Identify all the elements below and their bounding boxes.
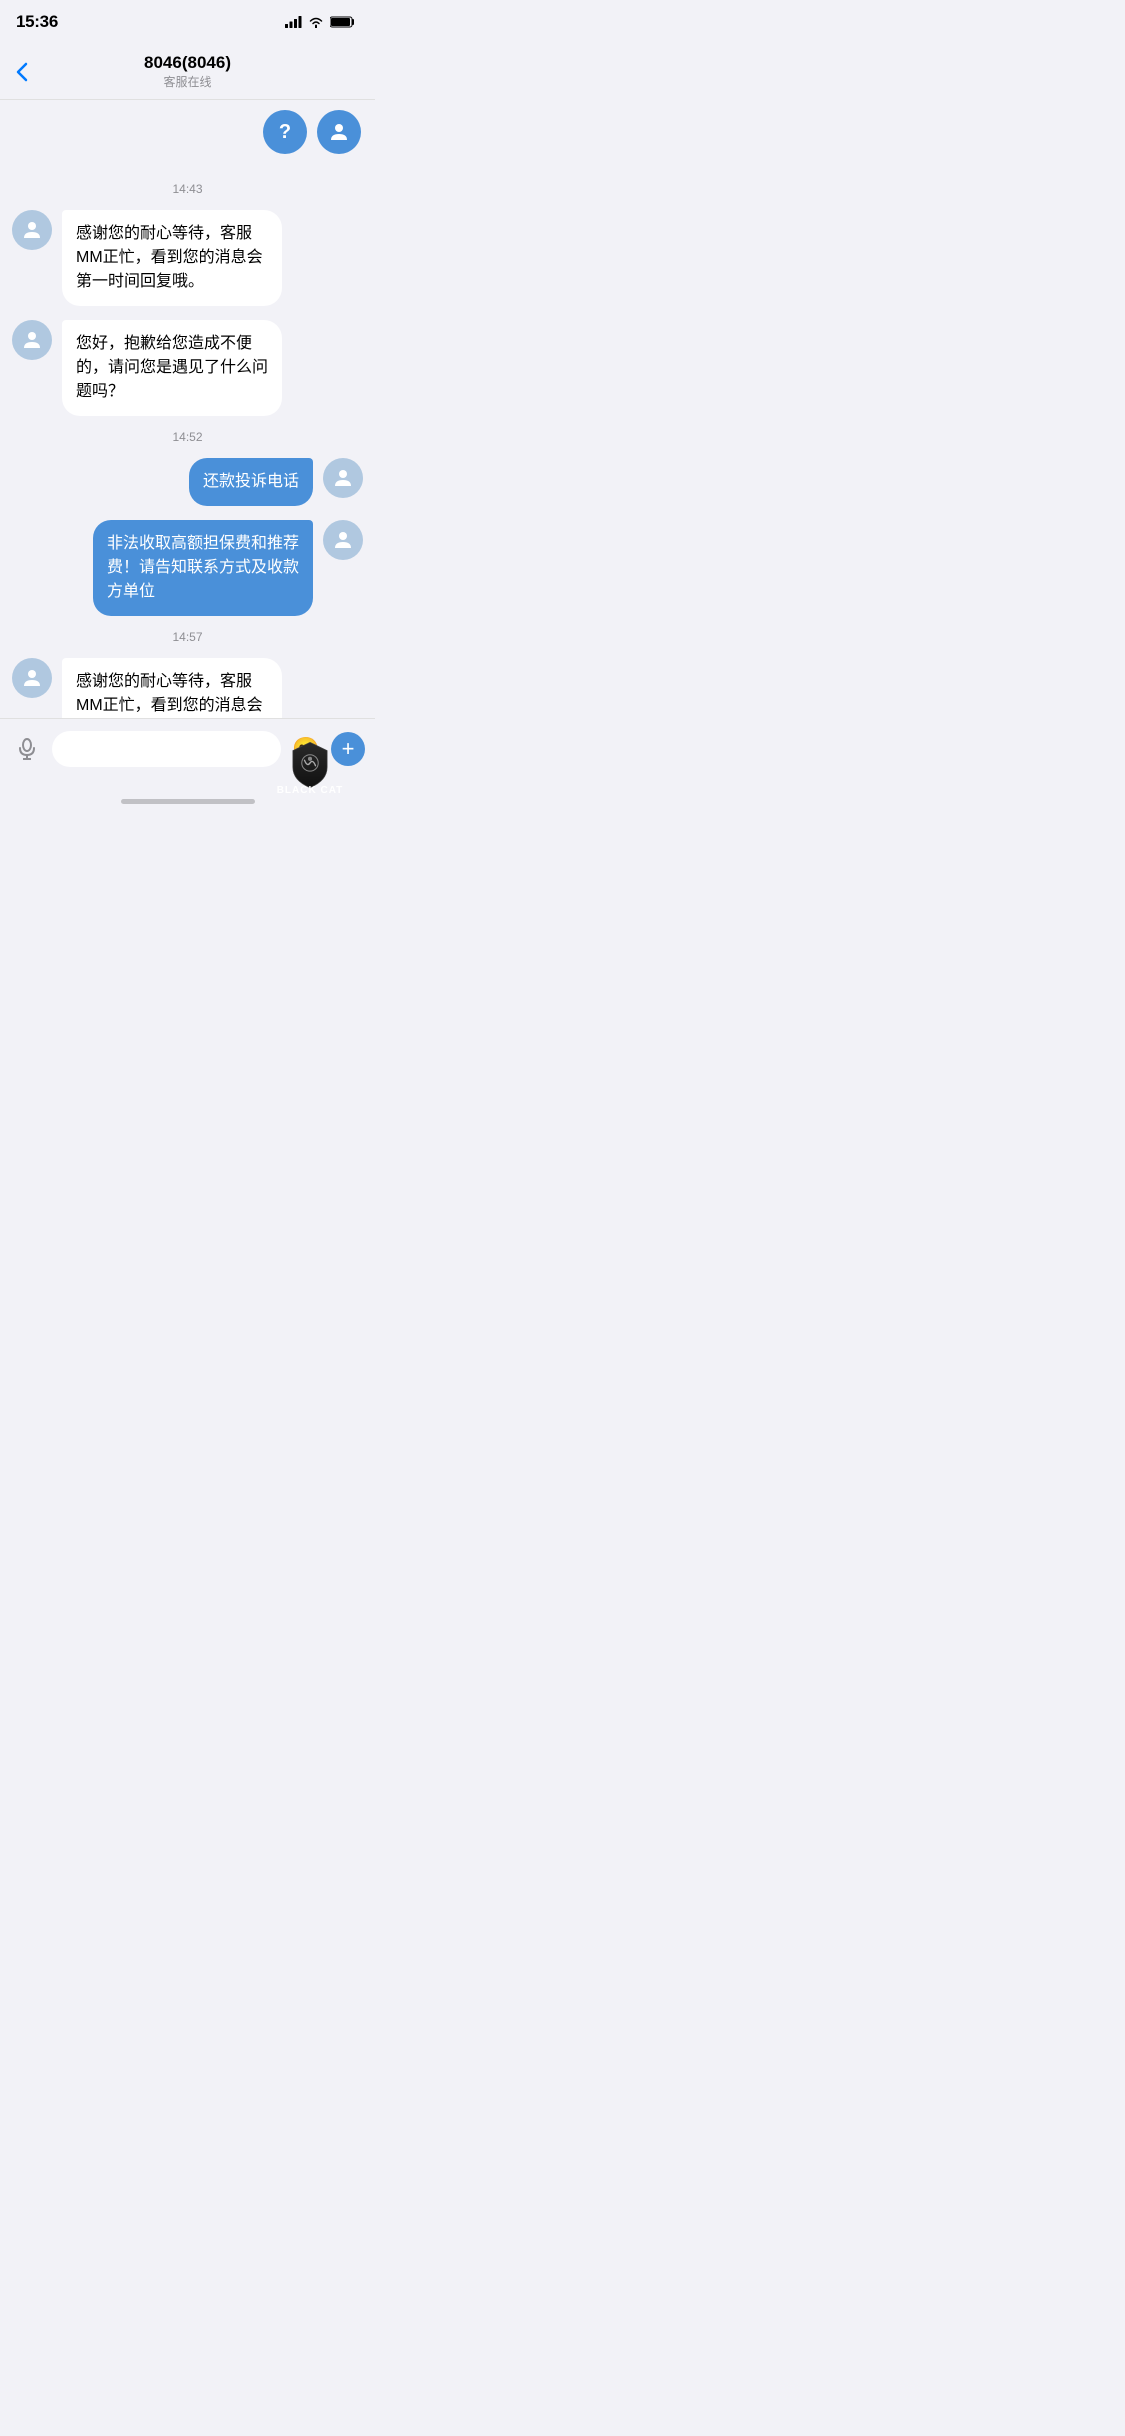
message-row: 非法收取高额担保费和推荐费！请告知联系方式及收款方单位	[12, 520, 363, 616]
signal-icon	[285, 16, 302, 28]
message-bubble: 还款投诉电话	[189, 458, 313, 506]
nav-bar: 8046(8046) 客服在线	[0, 44, 375, 100]
top-buttons: ?	[12, 110, 363, 154]
back-button[interactable]	[16, 62, 28, 82]
message-bubble: 感谢您的耐心等待，客服MM正忙，看到您的消息会第一时间回复哦。	[62, 210, 282, 306]
status-bar: 15:36	[0, 0, 375, 44]
voice-icon	[15, 737, 39, 761]
shield-icon	[286, 741, 334, 789]
nav-title: 8046(8046)	[144, 53, 231, 73]
avatar	[12, 320, 52, 360]
message-row: 还款投诉电话	[12, 458, 363, 506]
message-row: 感谢您的耐心等待，客服MM正忙，看到您的消息会第一时间回复哦。	[12, 210, 363, 306]
wifi-icon	[308, 16, 324, 28]
help-button[interactable]: ?	[263, 110, 307, 154]
timestamp: 14:52	[12, 430, 363, 444]
nav-title-block: 8046(8046) 客服在线	[144, 53, 231, 90]
message-row: 您好，抱歉给您造成不便的，请问您是遇见了什么问题吗？	[12, 320, 363, 416]
watermark: BLACK CAT	[245, 738, 375, 798]
question-mark-icon: ?	[279, 121, 291, 144]
battery-icon	[330, 16, 355, 28]
status-time: 15:36	[16, 12, 58, 32]
message-bubble: 非法收取高额担保费和推荐费！请告知联系方式及收款方单位	[93, 520, 313, 616]
avatar	[323, 458, 363, 498]
avatar	[323, 520, 363, 560]
voice-button[interactable]	[10, 732, 44, 766]
avatar	[12, 210, 52, 250]
home-indicator	[121, 799, 255, 804]
timestamp: 14:57	[12, 630, 363, 644]
status-icons	[285, 16, 355, 28]
person-icon	[327, 120, 351, 144]
watermark-text: BLACK CAT	[277, 785, 344, 796]
chat-area: ? 14:43 感谢您的耐心等待，客服MM正忙，看到您的消息会第一时间回复哦。您好…	[0, 100, 375, 752]
profile-button-top[interactable]	[317, 110, 361, 154]
messages-container: 14:43 感谢您的耐心等待，客服MM正忙，看到您的消息会第一时间回复哦。您好，抱…	[12, 170, 363, 752]
avatar	[12, 658, 52, 698]
nav-subtitle: 客服在线	[144, 73, 231, 90]
message-bubble: 您好，抱歉给您造成不便的，请问您是遇见了什么问题吗？	[62, 320, 282, 416]
timestamp: 14:43	[12, 182, 363, 196]
